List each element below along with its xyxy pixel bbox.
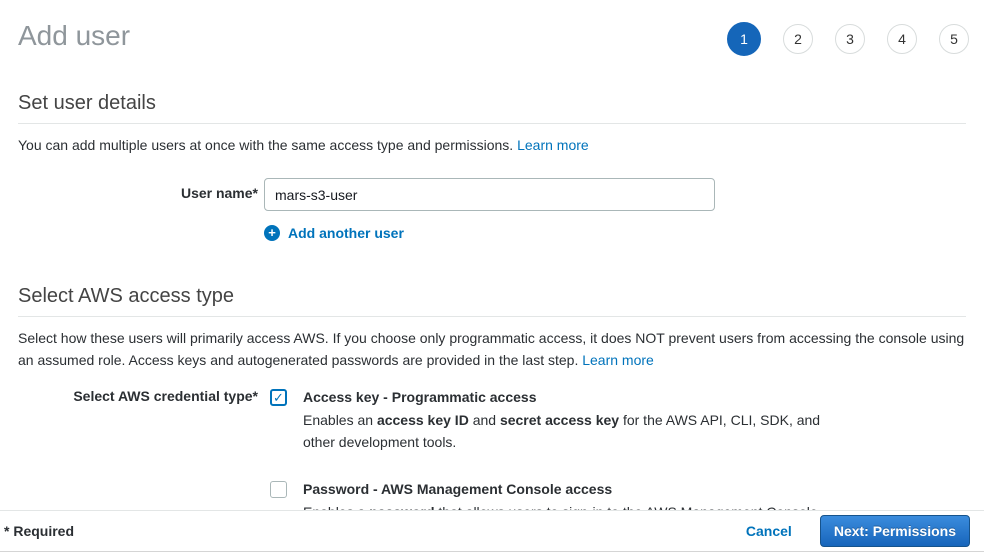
access-type-description-text: Select how these users will primarily ac…	[18, 330, 964, 368]
username-input[interactable]	[264, 178, 715, 211]
desc-part-bold: secret access key	[500, 412, 619, 428]
add-user-page: Add user 1 2 3 4 5 Set user details You …	[0, 0, 984, 556]
step-1-active[interactable]: 1	[727, 22, 761, 56]
step-5[interactable]: 5	[939, 24, 969, 54]
learn-more-link-access-type[interactable]: Learn more	[582, 352, 654, 368]
section-heading-access-type: Select AWS access type	[18, 285, 966, 317]
username-control	[264, 178, 715, 211]
credential-type-row: Select AWS credential type* ✓ Access key…	[18, 387, 966, 523]
page-title: Add user	[18, 18, 130, 54]
access-key-option-body: Access key - Programmatic access Enables…	[303, 387, 838, 453]
plus-circle-icon: +	[264, 225, 280, 241]
credential-options: ✓ Access key - Programmatic access Enabl…	[264, 387, 838, 523]
wizard-footer: * Required Cancel Next: Permissions	[0, 510, 984, 552]
username-label: User name*	[18, 178, 258, 201]
option-access-key: ✓ Access key - Programmatic access Enabl…	[270, 387, 838, 453]
desc-part-bold: access key ID	[377, 412, 469, 428]
next-permissions-button[interactable]: Next: Permissions	[820, 515, 970, 547]
user-details-description-text: You can add multiple users at once with …	[18, 137, 513, 153]
step-4[interactable]: 4	[887, 24, 917, 54]
section-heading-user-details: Set user details	[18, 92, 966, 124]
step-3[interactable]: 3	[835, 24, 865, 54]
add-another-user-link[interactable]: + Add another user	[264, 225, 966, 241]
user-details-description: You can add multiple users at once with …	[18, 134, 966, 156]
add-another-user-label: Add another user	[288, 225, 404, 241]
desc-part: Enables an	[303, 412, 377, 428]
step-2[interactable]: 2	[783, 24, 813, 54]
password-option-title: Password - AWS Management Console access	[303, 479, 822, 499]
cancel-button[interactable]: Cancel	[746, 523, 792, 539]
access-key-checkbox-checked[interactable]: ✓	[270, 389, 287, 406]
footer-actions: Cancel Next: Permissions	[746, 515, 970, 547]
wizard-step-indicator: 1 2 3 4 5	[727, 22, 969, 56]
access-key-option-title: Access key - Programmatic access	[303, 387, 838, 407]
access-type-description: Select how these users will primarily ac…	[18, 327, 966, 371]
password-checkbox-unchecked[interactable]	[270, 481, 287, 498]
page-content: Set user details You can add multiple us…	[0, 92, 984, 523]
access-key-option-description: Enables an access key ID and secret acce…	[303, 409, 838, 453]
credential-type-label: Select AWS credential type*	[18, 387, 258, 404]
learn-more-link-user-details[interactable]: Learn more	[517, 137, 589, 153]
username-form-row: User name*	[18, 178, 966, 211]
page-header: Add user 1 2 3 4 5	[0, 0, 984, 56]
desc-part: and	[469, 412, 500, 428]
required-note: * Required	[4, 523, 74, 539]
